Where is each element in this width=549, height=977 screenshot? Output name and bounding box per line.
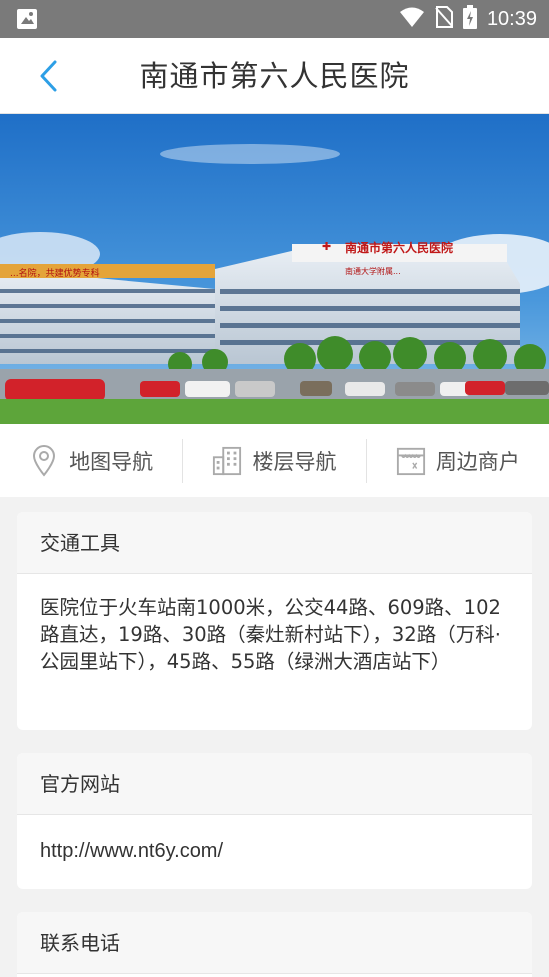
phone-card: 联系电话: [17, 912, 532, 977]
navigation-row: 地图导航 楼层导航 周边商户: [0, 424, 549, 497]
shop-icon: [396, 445, 426, 477]
status-bar: 10:39: [0, 0, 549, 38]
transport-card-content: 医院位于火车站南1000米，公交44路、609路、102路直达，19路、30路（…: [40, 596, 501, 673]
svg-text:✚: ✚: [322, 240, 331, 253]
map-navigation-label: 地图导航: [69, 449, 154, 474]
status-time: 10:39: [486, 7, 537, 30]
map-pin-icon: [29, 444, 59, 477]
app-header: 南通市第六人民医院: [0, 38, 549, 114]
hospital-banner-image: ✚ 南通市第六人民医院 ...名院，共建优势专科 南通大学附属...: [0, 114, 549, 424]
floor-navigation-label: 楼层导航: [252, 449, 337, 474]
wifi-icon: [399, 6, 425, 32]
building-icon: [212, 445, 242, 477]
page-title: 南通市第六人民医院: [139, 59, 410, 93]
website-link[interactable]: http://www.nt6y.com/: [40, 840, 223, 862]
phone-card-title: 联系电话: [17, 912, 532, 974]
transport-card-title: 交通工具: [17, 512, 532, 574]
map-navigation-button[interactable]: 地图导航: [0, 424, 182, 497]
website-card-title: 官方网站: [17, 753, 532, 815]
website-card: 官方网站 http://www.nt6y.com/: [17, 753, 532, 889]
banner-sub-sign: 南通大学附属...: [345, 266, 401, 276]
banner-sign-text: 南通市第六人民医院: [345, 240, 453, 255]
nearby-shops-label: 周边商户: [435, 449, 520, 474]
notification-image-icon: [16, 8, 38, 30]
transport-card: 交通工具 医院位于火车站南1000米，公交44路、609路、102路直达，19路…: [17, 512, 532, 730]
banner-left-sign: ...名院，共建优势专科: [10, 267, 100, 279]
nearby-shops-button[interactable]: 周边商户: [367, 424, 549, 497]
battery-charging-icon: [462, 5, 477, 33]
no-sim-icon: [435, 6, 453, 32]
floor-navigation-button[interactable]: 楼层导航: [183, 424, 365, 497]
